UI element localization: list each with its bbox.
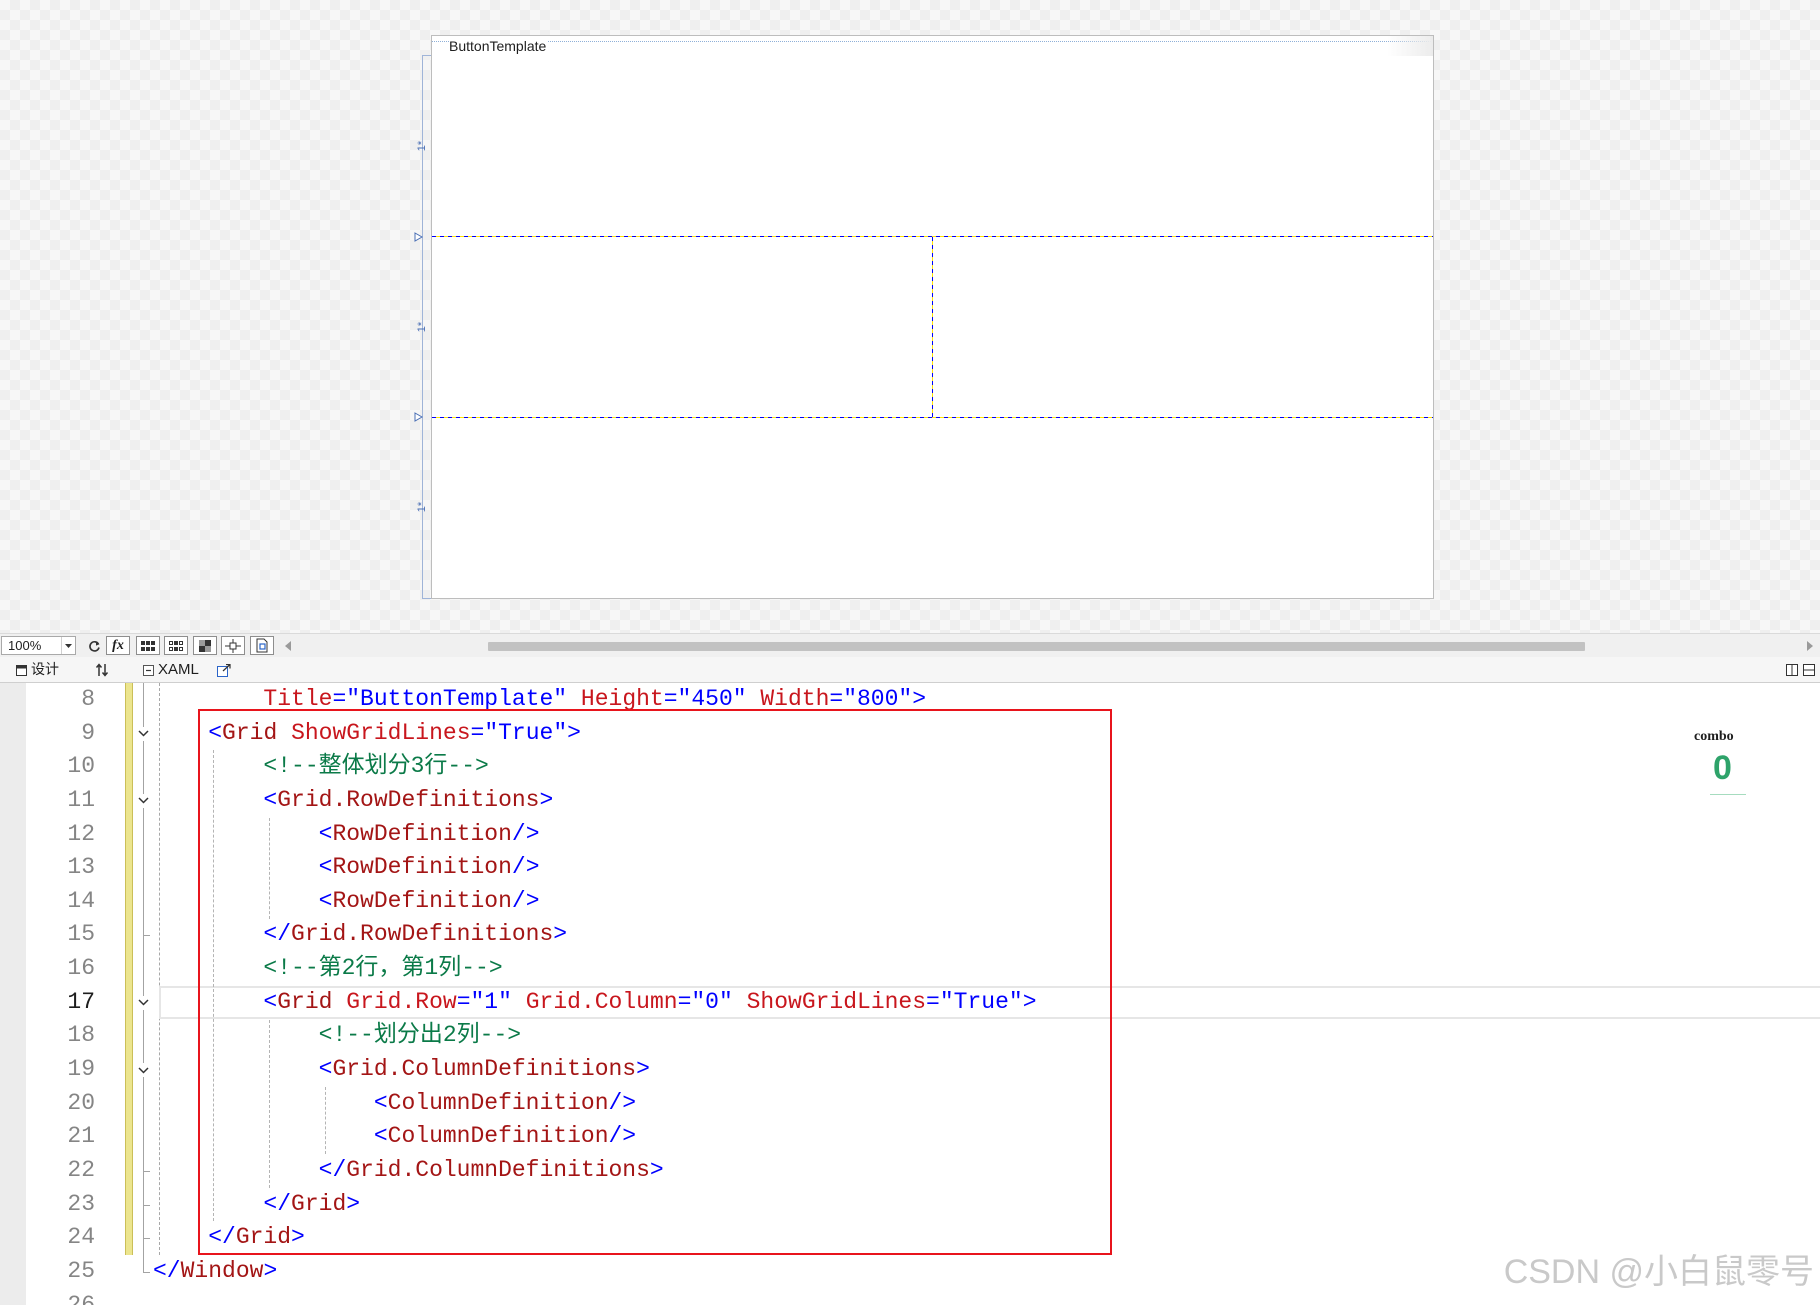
code-text[interactable]: </Window> bbox=[153, 1255, 277, 1289]
popout-button[interactable] bbox=[216, 662, 232, 678]
column-gridline bbox=[932, 237, 933, 417]
line-number: 11 bbox=[67, 786, 95, 813]
line-number: 25 bbox=[67, 1257, 95, 1284]
scroll-right-button[interactable] bbox=[1805, 639, 1815, 653]
zoom-select[interactable]: 100% bbox=[1, 636, 76, 655]
line-number: 18 bbox=[67, 1022, 95, 1049]
window-title: ButtonTemplate bbox=[449, 38, 549, 54]
line-number: 19 bbox=[67, 1056, 95, 1083]
view-tabs: 设计 XAML bbox=[0, 657, 1820, 683]
row-size-label[interactable]: 1* bbox=[416, 493, 428, 521]
split-vertical-icon bbox=[1786, 664, 1798, 676]
line-number: 10 bbox=[67, 753, 95, 780]
row-size-label[interactable]: 1* bbox=[416, 313, 428, 341]
show-grid-button[interactable] bbox=[136, 636, 160, 655]
row-size-label[interactable]: 1* bbox=[416, 132, 428, 160]
refresh-icon bbox=[88, 640, 100, 652]
show-annotations-icon bbox=[256, 638, 268, 653]
annotation-highlight-box bbox=[198, 709, 1112, 1255]
designer-window[interactable]: ButtonTemplate bbox=[431, 35, 1434, 599]
window-titlebar[interactable]: ButtonTemplate bbox=[432, 36, 1433, 56]
show-annotations-button[interactable] bbox=[250, 636, 274, 655]
combo-underline bbox=[1710, 794, 1746, 795]
artboard-background-button[interactable] bbox=[193, 636, 217, 655]
line-number: 8 bbox=[81, 686, 95, 712]
snap-to-snaplines-button[interactable] bbox=[221, 636, 245, 655]
xaml-collapse-button[interactable] bbox=[142, 664, 154, 676]
line-number: 21 bbox=[67, 1123, 95, 1150]
design-view-icon bbox=[15, 664, 27, 676]
tab-xaml[interactable]: XAML bbox=[158, 661, 199, 678]
xaml-collapse-icon bbox=[142, 664, 154, 676]
line-number: 12 bbox=[67, 820, 95, 847]
row-divider-marker-icon[interactable] bbox=[414, 412, 423, 422]
combo-counter: 0 bbox=[1713, 749, 1732, 787]
design-tab-icon-wrap[interactable] bbox=[15, 664, 27, 676]
swap-panes-icon bbox=[95, 663, 109, 677]
combo-label: combo bbox=[1694, 729, 1734, 744]
line-number: 13 bbox=[67, 854, 95, 881]
code-token-bracket: </ bbox=[153, 1257, 181, 1284]
swap-panes-button[interactable] bbox=[94, 662, 110, 678]
line-number: 20 bbox=[67, 1089, 95, 1116]
line-number: 26 bbox=[67, 1291, 95, 1305]
snap-to-grid-icon bbox=[169, 640, 183, 651]
fx-label: fx bbox=[112, 637, 124, 653]
snap-to-grid-button[interactable] bbox=[164, 636, 188, 655]
artboard-background-icon bbox=[199, 639, 211, 652]
scroll-right-icon bbox=[1807, 641, 1813, 651]
line-number: 23 bbox=[67, 1190, 95, 1217]
code-token-element: Window bbox=[180, 1257, 264, 1284]
popout-icon bbox=[217, 663, 231, 677]
split-horizontal-button[interactable] bbox=[1802, 663, 1816, 677]
line-number: 9 bbox=[81, 719, 95, 746]
refresh-button[interactable] bbox=[86, 638, 102, 654]
zoom-value: 100% bbox=[8, 638, 42, 653]
watermark: CSDN @小白鼠零号 bbox=[1503, 1253, 1814, 1291]
window-content-grid[interactable] bbox=[432, 56, 1433, 598]
line-number: 17 bbox=[67, 988, 95, 1015]
row-ruler: 1* 1* 1* bbox=[414, 35, 431, 599]
code-token-bracket: > bbox=[263, 1257, 278, 1284]
ruler-tick bbox=[422, 598, 431, 599]
designer-toolbar: 100% fx bbox=[0, 633, 1820, 657]
scroll-left-button[interactable] bbox=[283, 639, 293, 653]
formula-button[interactable]: fx bbox=[106, 636, 130, 655]
ruler-tick bbox=[422, 55, 431, 56]
line-number: 22 bbox=[67, 1156, 95, 1183]
row-gridline bbox=[432, 417, 1433, 418]
design-surface[interactable]: 1* 1* 1* ButtonTemplate bbox=[0, 0, 1820, 633]
snap-to-snaplines-icon bbox=[225, 638, 241, 653]
line-number: 15 bbox=[67, 921, 95, 948]
line-number: 16 bbox=[67, 955, 95, 982]
scroll-left-icon bbox=[285, 641, 291, 651]
tab-design[interactable]: 设计 bbox=[31, 661, 59, 678]
horizontal-scrollbar-thumb[interactable] bbox=[488, 642, 1585, 651]
zoom-dropdown-button[interactable] bbox=[61, 637, 75, 654]
line-number: 24 bbox=[67, 1224, 95, 1251]
split-vertical-button[interactable] bbox=[1785, 663, 1799, 677]
row-divider-marker-icon[interactable] bbox=[414, 232, 423, 242]
split-horizontal-icon bbox=[1803, 664, 1815, 676]
chevron-down-icon bbox=[65, 643, 72, 648]
show-grid-icon bbox=[141, 640, 155, 651]
line-number: 14 bbox=[67, 887, 95, 914]
